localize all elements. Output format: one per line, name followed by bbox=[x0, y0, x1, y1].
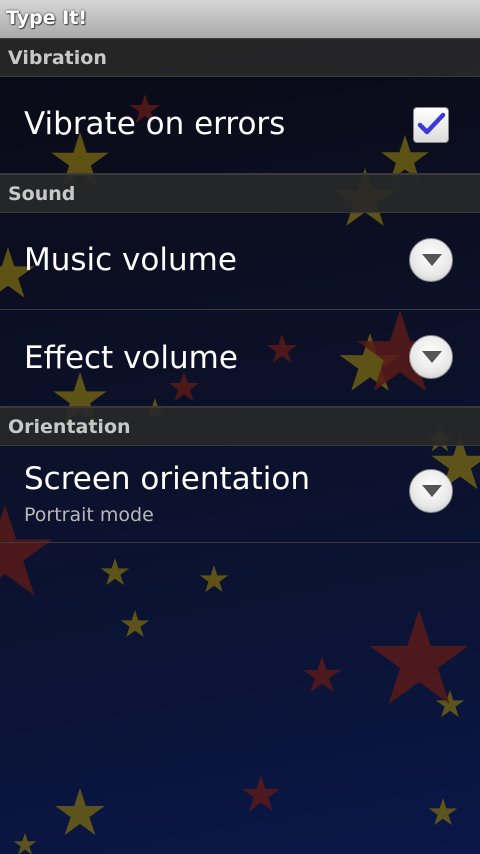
app-title: Type It! bbox=[6, 7, 88, 29]
title-bar: Type It! bbox=[0, 0, 480, 39]
pref-screen-orientation[interactable]: Screen orientation Portrait mode bbox=[0, 445, 480, 543]
checkmark-icon bbox=[417, 112, 446, 135]
section-header-label: Sound bbox=[8, 183, 76, 205]
pref-effect-volume[interactable]: Effect volume bbox=[0, 310, 480, 407]
section-header-sound: Sound bbox=[0, 174, 480, 213]
pref-title: Vibrate on errors bbox=[24, 106, 286, 142]
pref-title: Music volume bbox=[24, 242, 237, 278]
pref-music-volume[interactable]: Music volume bbox=[0, 212, 480, 310]
chevron-down-icon bbox=[422, 351, 442, 363]
pref-summary: Portrait mode bbox=[24, 504, 154, 526]
section-header-vibration: Vibration bbox=[0, 38, 480, 77]
preferences-screen: Type It! Vibration Vibrate on errors Sou… bbox=[0, 0, 480, 854]
section-header-label: Orientation bbox=[8, 416, 131, 438]
screen-orientation-dropdown-button[interactable] bbox=[409, 469, 453, 513]
pref-title: Effect volume bbox=[24, 340, 238, 376]
pref-title: Screen orientation bbox=[24, 461, 311, 497]
vibrate-checkbox[interactable] bbox=[413, 107, 449, 143]
section-header-orientation: Orientation bbox=[0, 407, 480, 446]
effect-volume-dropdown-button[interactable] bbox=[409, 335, 453, 379]
section-header-label: Vibration bbox=[8, 47, 107, 69]
music-volume-dropdown-button[interactable] bbox=[409, 238, 453, 282]
chevron-down-icon bbox=[422, 485, 442, 497]
pref-vibrate-on-errors[interactable]: Vibrate on errors bbox=[0, 76, 480, 174]
chevron-down-icon bbox=[422, 254, 442, 266]
